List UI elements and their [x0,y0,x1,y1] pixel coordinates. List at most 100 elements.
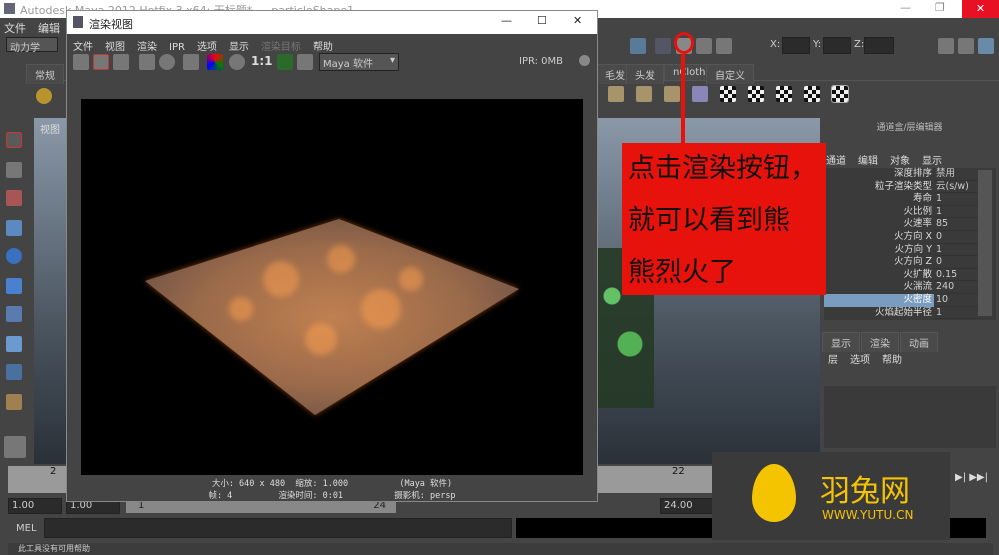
menu-help[interactable]: 帮助 [882,355,902,366]
move-tool-icon[interactable] [6,220,22,236]
channel-label: 火方向 Z [893,256,932,268]
shelf-icon[interactable] [664,86,680,102]
channel-value[interactable]: 1 [934,193,980,206]
shelf-tab-custom[interactable]: 自定义 [706,64,754,84]
renderer-dropdown[interactable]: Maya 软件 ▾ [319,53,399,71]
maya-icon[interactable] [4,436,26,458]
attribute-editor-icon[interactable] [938,38,954,54]
tab-display[interactable]: 显示 [822,332,860,352]
checker-icon[interactable] [776,86,792,102]
scale-tool-icon[interactable] [6,278,22,294]
channel-scrollbar[interactable] [978,170,992,316]
paint-tool-icon[interactable] [6,190,22,206]
snapshot-icon[interactable] [113,54,129,70]
mode-dropdown[interactable]: 动力学 [6,37,58,54]
close-button[interactable]: ✕ [573,14,582,27]
redo-render-icon[interactable] [73,54,89,70]
mel-input[interactable] [44,518,512,538]
channel-value[interactable]: 1 [934,243,980,257]
restore-button[interactable]: ❐ [935,1,945,14]
menu-object[interactable]: 对象 [890,156,910,167]
channel-value[interactable]: 云(s/w) [934,180,980,194]
rgb-channel-icon[interactable] [207,54,223,70]
end-time-field[interactable]: 24.00 [660,498,714,514]
layout-icon[interactable] [6,394,22,410]
channel-row[interactable]: 火密度 10 [824,293,996,307]
rotate-tool-icon[interactable] [6,248,22,264]
channel-value[interactable]: 85 [934,218,980,231]
layout-icon[interactable] [6,336,22,352]
channel-value[interactable]: 10 [934,293,980,307]
tab-render[interactable]: 渲染 [861,332,899,352]
menu-channels[interactable]: 通道 [826,156,846,167]
channel-row[interactable]: 火焰起始半径 1 [824,306,996,320]
checker-icon[interactable] [720,86,736,102]
tab-animation[interactable]: 动画 [900,332,938,352]
channel-row[interactable]: 深度排序 禁用 [824,168,996,181]
render-view-icon[interactable] [655,38,671,54]
menu-file[interactable]: 文件 [4,22,26,35]
start-time-field[interactable]: 1.00 [8,498,62,514]
render-view-window: 渲染视图 — ☐ ✕ 文件 视图 渲染 IPR 选项 显示 渲染目标 帮助 1:1 Maya … [66,10,598,502]
channel-row[interactable]: 火湍流 240 [824,281,996,294]
manipulator-icon[interactable] [6,306,22,322]
lasso-tool-icon[interactable] [6,162,22,178]
ipr-render-icon[interactable] [696,38,712,54]
menu-edit[interactable]: 编辑 [38,22,60,35]
minimize-button[interactable]: — [900,1,911,14]
shelf-icon[interactable] [608,86,624,102]
channel-row[interactable]: 粒子渲染类型 云(s/w) [824,180,996,194]
channel-row[interactable]: 火速率 85 [824,218,996,231]
menu-layers[interactable]: 层 [828,355,838,366]
render-settings-icon[interactable] [183,54,199,70]
keep-image-icon[interactable] [277,54,293,70]
channel-row[interactable]: 火方向 Z0 [824,256,996,269]
channel-row[interactable]: 火比例 1 [824,205,996,219]
tool-icon[interactable] [630,38,646,54]
panel-menu-view[interactable]: 视图 [40,121,60,136]
channel-value[interactable]: 0 [934,230,980,244]
menu-options[interactable]: 选项 [850,355,870,366]
channel-row[interactable]: 寿命 1 [824,193,996,206]
alpha-channel-icon[interactable] [229,54,245,70]
select-tool-icon[interactable] [6,132,22,148]
shelf-tab-general[interactable]: 常规 [26,64,64,84]
checker-icon[interactable] [748,86,764,102]
refresh-icon[interactable] [159,54,175,70]
shelf-icon[interactable] [692,86,708,102]
channel-value[interactable]: 1 [934,306,980,320]
channel-value[interactable]: 0.15 [934,268,980,282]
render-settings-icon[interactable] [716,38,732,54]
shelf-icon[interactable] [636,86,652,102]
minimize-button[interactable]: — [501,14,512,27]
tool-settings-icon[interactable] [958,38,974,54]
x-field[interactable] [782,37,810,54]
channel-label: 火湍流 [903,281,932,293]
channel-value[interactable]: 0 [934,256,980,269]
render-region-icon[interactable] [93,54,109,70]
checker-icon[interactable] [831,85,849,103]
menu-edit[interactable]: 编辑 [858,156,878,167]
channel-box-icon[interactable] [978,38,994,54]
shelf-sphere-icon[interactable] [36,88,52,104]
layout-icon[interactable] [6,364,22,380]
maximize-button[interactable]: ☐ [537,14,547,27]
channel-value[interactable]: 240 [934,281,980,294]
shelf-tab-hair[interactable]: 头发 [626,64,664,84]
channel-value[interactable]: 1 [934,205,980,219]
playback-controls[interactable]: ▶| ▶▶| [955,472,988,483]
y-field[interactable] [823,37,851,54]
close-button[interactable]: ✕ [962,0,999,18]
channel-value[interactable]: 禁用 [934,168,980,181]
menu-display[interactable]: 显示 [922,156,942,167]
rendered-image [81,99,583,475]
ipr-status-icon [579,55,590,66]
channel-row[interactable]: 火方向 X0 [824,230,996,244]
remove-image-icon[interactable] [297,54,313,70]
real-size-button[interactable]: 1:1 [251,54,273,68]
channel-row[interactable]: 火扩散 0.15 [824,268,996,282]
checker-icon[interactable] [804,86,820,102]
ipr-icon[interactable] [139,54,155,70]
channel-row[interactable]: 火方向 Y1 [824,243,996,257]
z-field[interactable] [864,37,894,54]
